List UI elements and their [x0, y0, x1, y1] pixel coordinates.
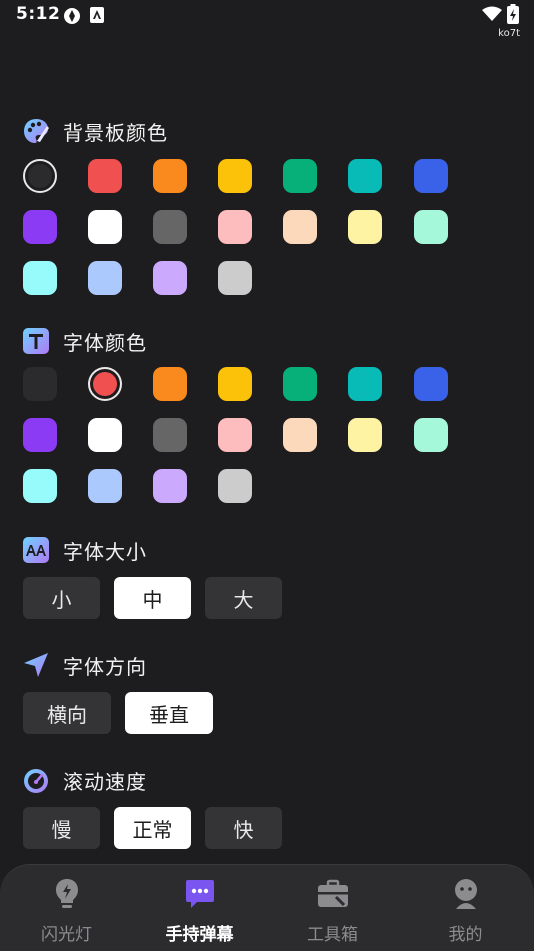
user-icon	[449, 877, 483, 911]
bottom-tab-bar: 闪光灯 手持弹幕 工具箱 我的	[0, 864, 534, 951]
font-color-swatch[interactable]	[283, 367, 317, 401]
background-color-swatch[interactable]	[348, 210, 382, 244]
background-color-swatch[interactable]	[88, 261, 122, 295]
background-color-swatch[interactable]	[153, 210, 187, 244]
scroll-speed-header: 滚动速度	[22, 765, 147, 795]
scroll-speed-title: 滚动速度	[63, 769, 147, 794]
wifi-icon	[482, 6, 502, 26]
font-size-aa-icon	[22, 536, 50, 564]
speedometer-icon	[22, 766, 50, 794]
direction-vertical-button[interactable]: 垂直	[125, 692, 213, 734]
background-color-swatch[interactable]	[283, 210, 317, 244]
palette-icon	[22, 117, 50, 145]
background-color-swatch[interactable]	[348, 159, 382, 193]
tab-mine[interactable]: 我的	[399, 865, 532, 951]
font-color-swatch[interactable]	[414, 418, 448, 452]
font-size-medium-button[interactable]: 中	[114, 577, 191, 619]
lightbulb-icon	[50, 877, 84, 911]
speed-slow-button[interactable]: 慢	[23, 807, 100, 849]
background-color-swatch[interactable]	[218, 159, 252, 193]
tab-toolbox[interactable]: 工具箱	[266, 865, 399, 951]
speed-fast-button[interactable]: 快	[205, 807, 282, 849]
font-color-swatch[interactable]	[23, 469, 57, 503]
status-bar: 5:12 ko7t	[0, 0, 534, 44]
background-color-swatch[interactable]	[23, 159, 57, 193]
background-color-swatch[interactable]	[218, 210, 252, 244]
font-color-swatch[interactable]	[88, 418, 122, 452]
background-color-swatch[interactable]	[153, 261, 187, 295]
carrier-label: ko7t	[498, 28, 520, 39]
font-color-title: 字体颜色	[63, 330, 147, 355]
font-color-swatch[interactable]	[88, 469, 122, 503]
font-color-swatch[interactable]	[23, 418, 57, 452]
font-color-swatch[interactable]	[218, 469, 252, 503]
tab-flashlight[interactable]: 闪光灯	[0, 865, 133, 951]
font-color-swatch[interactable]	[88, 367, 122, 401]
font-color-swatch[interactable]	[414, 367, 448, 401]
background-color-swatch[interactable]	[153, 159, 187, 193]
navigation-arrow-icon	[22, 651, 50, 679]
font-color-swatch[interactable]	[218, 418, 252, 452]
font-size-header: 字体大小	[22, 535, 147, 565]
text-t-icon	[22, 327, 50, 355]
app-notification-icon	[90, 7, 104, 27]
background-color-swatch[interactable]	[23, 261, 57, 295]
font-color-swatch[interactable]	[218, 367, 252, 401]
background-color-swatch[interactable]	[283, 159, 317, 193]
background-color-swatch[interactable]	[88, 210, 122, 244]
background-color-swatch[interactable]	[23, 210, 57, 244]
background-color-swatch[interactable]	[414, 210, 448, 244]
font-color-swatch[interactable]	[23, 367, 57, 401]
font-color-swatch[interactable]	[153, 367, 187, 401]
font-direction-header: 字体方向	[22, 650, 147, 680]
tab-toolbox-label: 工具箱	[307, 925, 358, 945]
chat-bubble-icon	[183, 877, 217, 911]
speed-normal-button[interactable]: 正常	[114, 807, 191, 849]
font-color-swatch[interactable]	[153, 469, 187, 503]
sync-status-icon	[62, 6, 82, 30]
font-size-large-button[interactable]: 大	[205, 577, 282, 619]
background-color-title: 背景板颜色	[63, 120, 168, 145]
font-size-title: 字体大小	[63, 539, 147, 564]
font-color-swatch[interactable]	[283, 418, 317, 452]
tab-handheld-danmaku[interactable]: 手持弹幕	[133, 865, 266, 951]
background-color-swatch[interactable]	[414, 159, 448, 193]
direction-horizontal-button[interactable]: 横向	[23, 692, 111, 734]
battery-charging-icon	[507, 4, 519, 28]
tab-mine-label: 我的	[448, 925, 483, 945]
background-color-swatch[interactable]	[88, 159, 122, 193]
tab-handheld-danmaku-label: 手持弹幕	[165, 925, 234, 945]
font-color-header: 字体颜色	[22, 326, 147, 356]
status-time: 5:12	[16, 4, 61, 24]
tab-flashlight-label: 闪光灯	[41, 925, 92, 945]
font-color-swatch[interactable]	[348, 367, 382, 401]
font-direction-title: 字体方向	[63, 654, 147, 679]
font-size-small-button[interactable]: 小	[23, 577, 100, 619]
font-color-swatch[interactable]	[348, 418, 382, 452]
background-color-swatch[interactable]	[218, 261, 252, 295]
toolbox-icon	[316, 877, 350, 911]
font-color-swatch[interactable]	[153, 418, 187, 452]
background-color-header: 背景板颜色	[22, 116, 168, 146]
